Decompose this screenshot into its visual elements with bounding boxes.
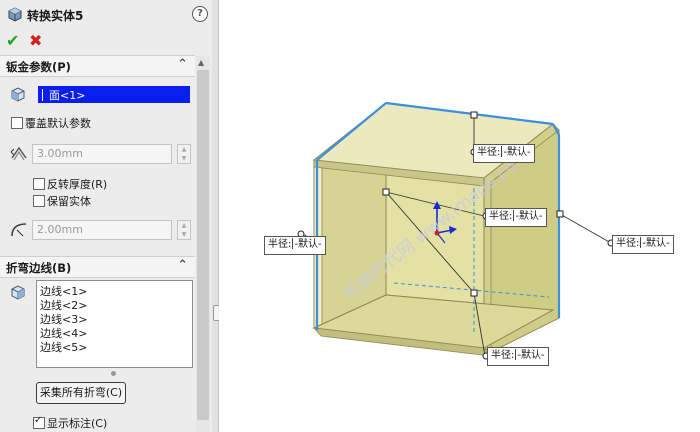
text-caret — [42, 89, 43, 101]
thickness-icon — [10, 146, 27, 161]
callout-label: 半径: — [268, 239, 292, 250]
thickness-value: 3.00mm — [37, 147, 83, 160]
face-selection-value: 面<1> — [49, 89, 86, 102]
page-title: 转换实体5 — [27, 9, 84, 23]
radius-callout-left[interactable]: 半径: -默认- — [264, 236, 326, 255]
edge-selection-icon — [11, 285, 25, 300]
section-bend-edges[interactable]: 折弯边线(B) ⌃ — [0, 256, 195, 278]
callout-label: 半径: — [477, 147, 501, 158]
graphics-viewport[interactable]: 机械时代网 www.image.com 半径: -默认- 半径: -默认- 半径: -… — [219, 0, 700, 432]
radius-callout-middle[interactable]: 半径: -默认- — [485, 208, 547, 227]
cancel-x-icon[interactable]: ✖ — [29, 31, 42, 50]
callout-value: -默认- — [642, 238, 670, 249]
callout-value: -默认- — [515, 211, 543, 222]
radius-callout-bottom[interactable]: 半径: -默认- — [487, 347, 549, 366]
list-item[interactable]: 边线<5> — [40, 339, 87, 355]
panel-header: 转换实体5 ? — [0, 0, 212, 28]
callout-label: 半径: — [491, 350, 515, 361]
chevron-up-icon[interactable]: ⌃ — [177, 258, 188, 273]
bend-radius-input[interactable]: 2.00mm — [32, 220, 172, 240]
override-default-checkbox[interactable] — [11, 117, 23, 129]
face-selection-field[interactable]: 面<1> — [38, 86, 190, 103]
bend-radius-stepper[interactable]: ▲ ▼ — [177, 220, 191, 240]
ok-checkmark-icon[interactable]: ✔ — [6, 31, 19, 50]
model-canvas: 机械时代网 www.image.com — [297, 101, 615, 360]
bend-radius-icon — [11, 223, 27, 237]
collect-all-bends-button[interactable]: 采集所有折弯(C) — [36, 382, 126, 404]
edge-handle-top[interactable] — [470, 111, 478, 119]
bend-edges-list[interactable]: 边线<1> 边线<2> 边线<3> 边线<4> 边线<5> — [36, 280, 193, 368]
callout-label: 半径: — [489, 211, 513, 222]
thickness-input[interactable]: 3.00mm — [32, 144, 172, 164]
section-sheetmetal-params[interactable]: 钣金参数(P) ⌃ — [0, 55, 195, 77]
show-callouts-label: 显示标注(C) — [47, 417, 108, 430]
edge-handle-bottom[interactable] — [470, 289, 478, 297]
keep-body-label: 保留实体 — [47, 195, 91, 208]
panel-splitter[interactable] — [212, 0, 219, 432]
callout-value: -默认- — [503, 147, 531, 158]
keep-body-checkbox[interactable] — [33, 195, 45, 207]
radius-callout-top[interactable]: 半径: -默认- — [473, 144, 535, 163]
reverse-thickness-label: 反转厚度(R) — [47, 178, 108, 191]
callout-value: -默认- — [294, 239, 322, 250]
edge-handle-middle[interactable] — [382, 188, 390, 196]
callout-label: 半径: — [616, 238, 640, 249]
show-callouts-checkbox[interactable] — [33, 415, 45, 429]
edge-handle-right[interactable] — [556, 210, 564, 218]
reverse-thickness-checkbox[interactable] — [33, 178, 45, 190]
callout-value: -默认- — [517, 350, 545, 361]
section-bend-edges-title: 折弯边线(B) — [6, 261, 72, 275]
chevron-up-icon[interactable]: ⌃ — [177, 57, 188, 72]
face-selection-icon — [11, 87, 25, 102]
list-resize-handle[interactable] — [111, 371, 116, 376]
scroll-up-arrow-icon[interactable]: ▲ — [198, 58, 204, 67]
bend-radius-value: 2.00mm — [37, 223, 83, 236]
radius-callout-right[interactable]: 半径: -默认- — [612, 235, 674, 254]
property-manager-panel: 转换实体5 ? ✔ ✖ 钣金参数(P) ⌃ 面<1> 覆盖默认参数 3.00mm — [0, 0, 213, 432]
section-sheetmetal-title: 钣金参数(P) — [6, 60, 71, 74]
help-icon[interactable]: ? — [192, 6, 208, 22]
scrollbar-thumb[interactable] — [197, 70, 209, 420]
override-default-label: 覆盖默认参数 — [25, 117, 91, 130]
thickness-stepper[interactable]: ▲ ▼ — [177, 144, 191, 164]
convert-solid-icon — [8, 7, 22, 22]
